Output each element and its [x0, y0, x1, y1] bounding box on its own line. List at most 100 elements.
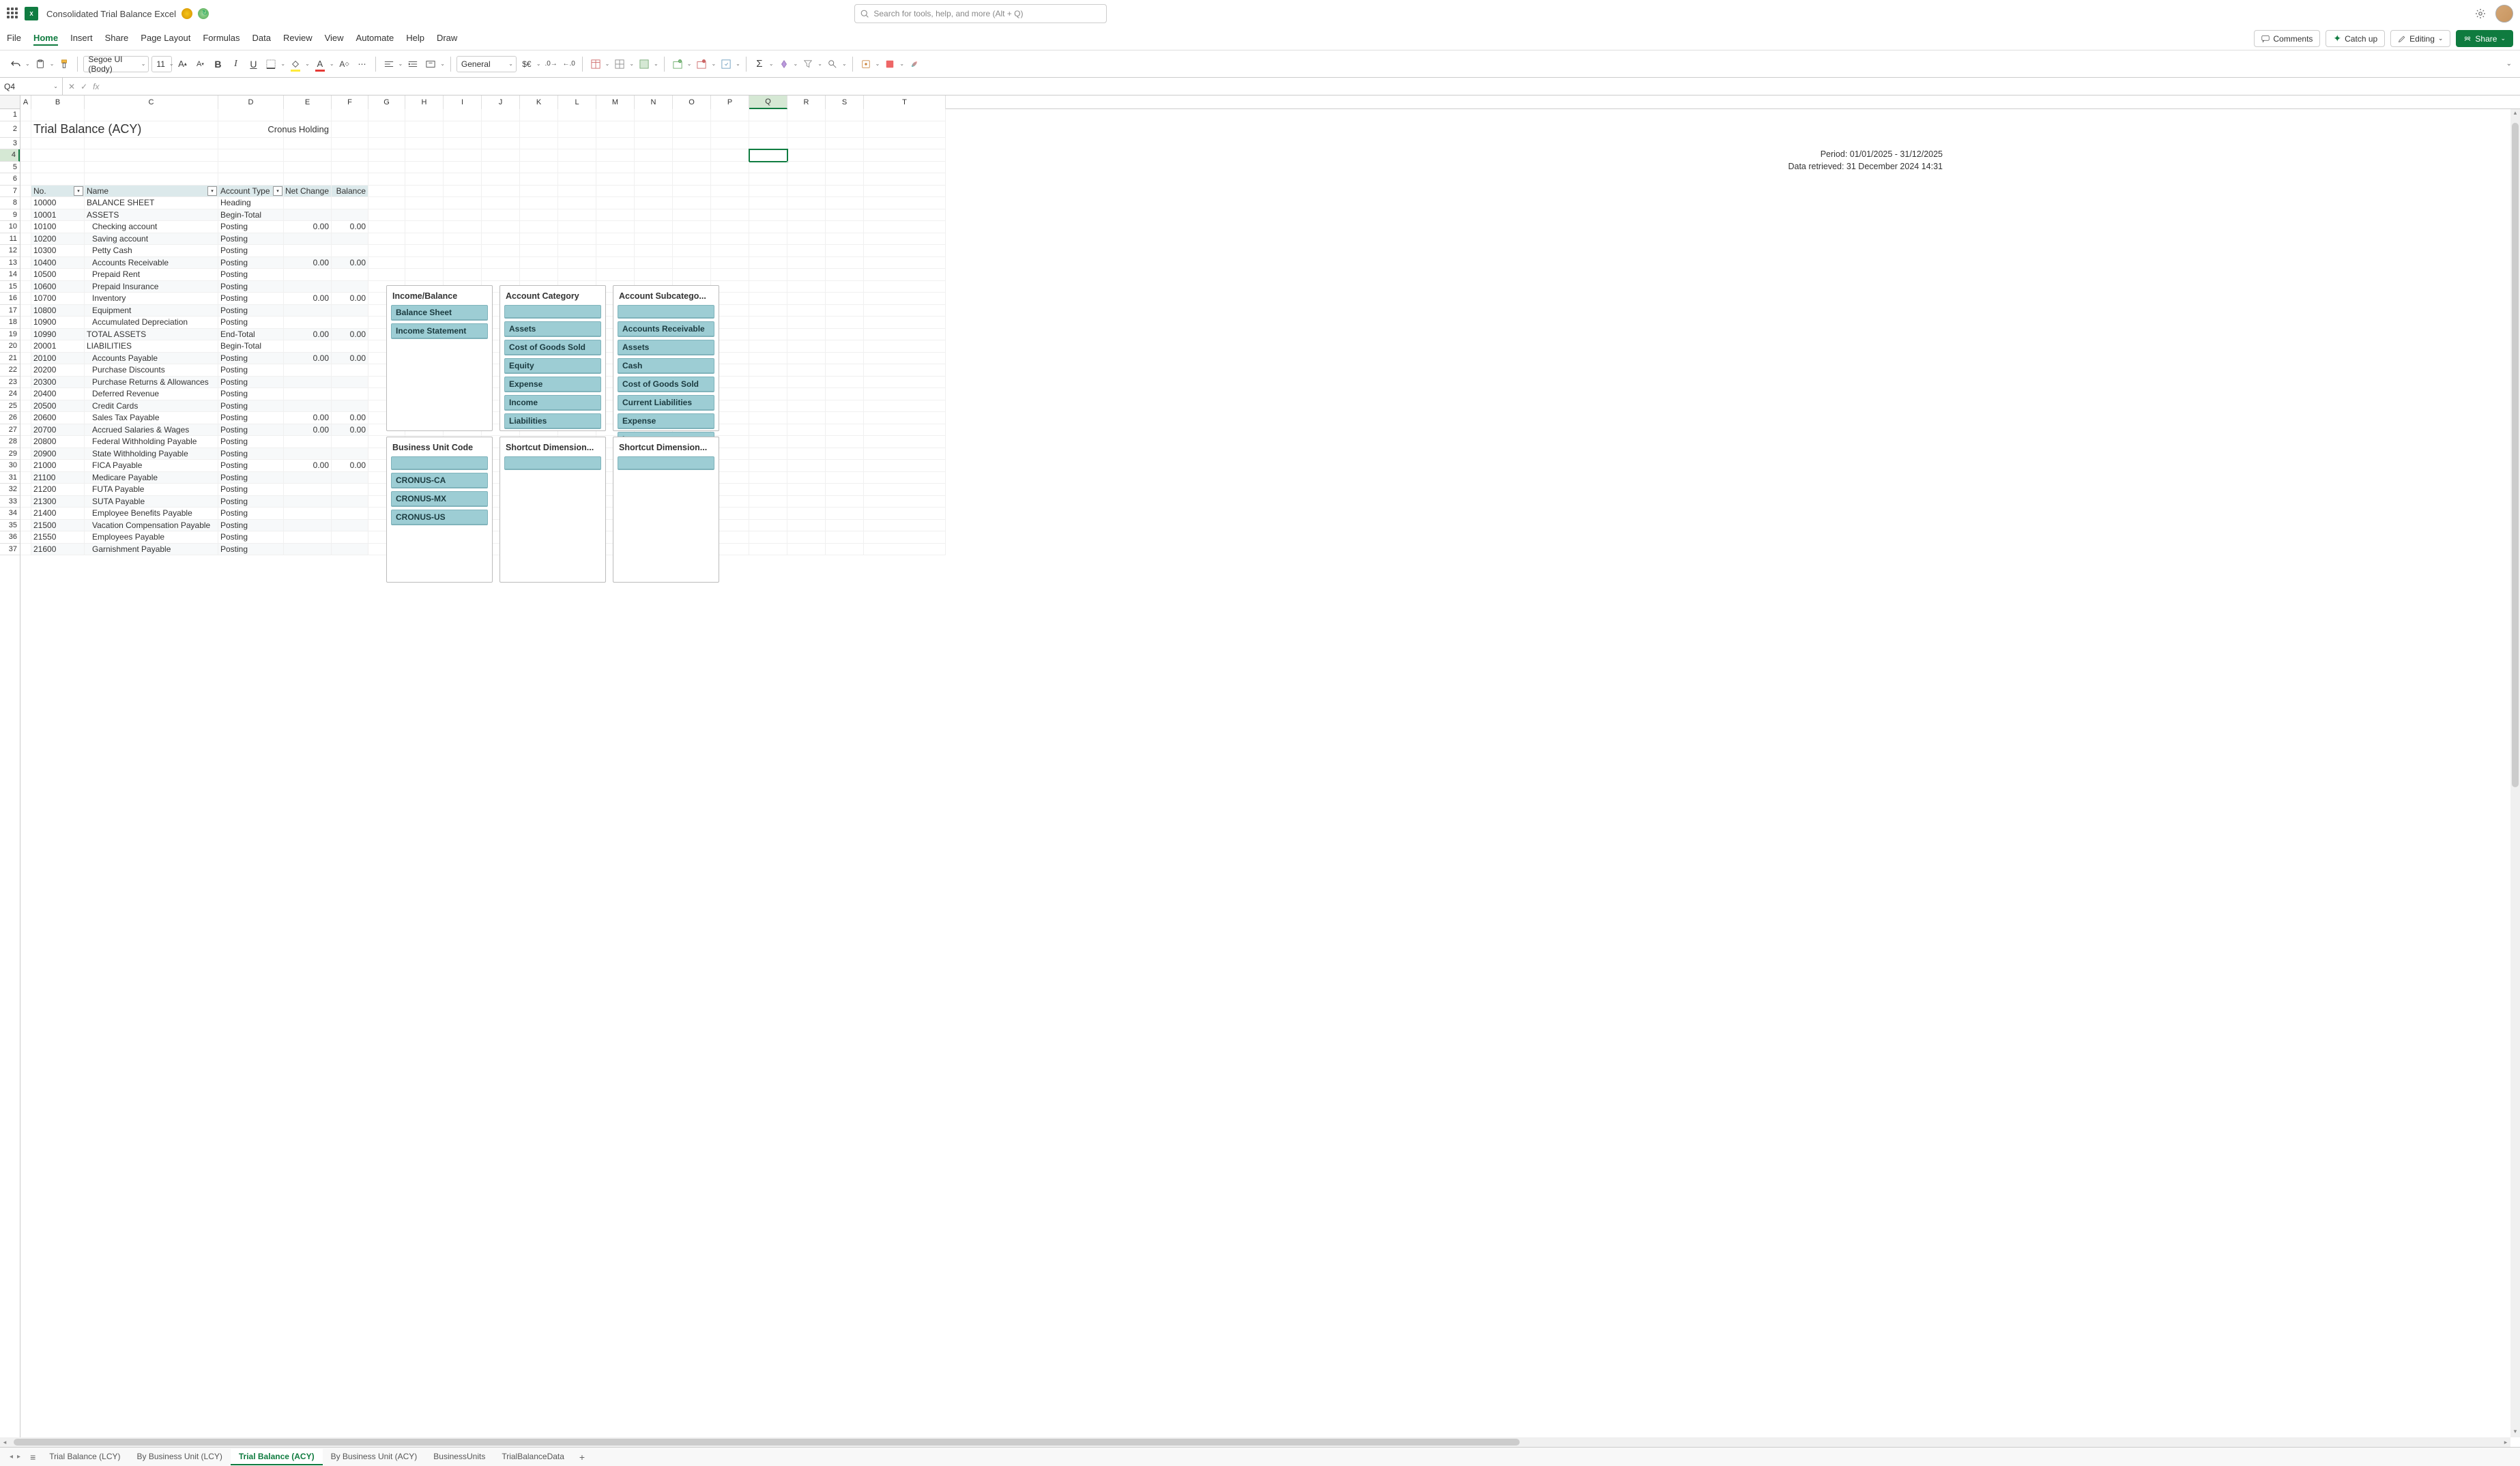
cell-D5[interactable] [218, 162, 284, 174]
cell-K9[interactable] [520, 209, 558, 222]
cell-F37[interactable] [332, 544, 368, 556]
column-header-J[interactable]: J [482, 96, 520, 109]
sheet-tab[interactable]: BusinessUnits [425, 1449, 493, 1465]
cell-T37[interactable] [864, 544, 946, 556]
cell-A27[interactable] [20, 424, 31, 437]
cell-E4[interactable] [284, 149, 332, 162]
cell-R29[interactable] [787, 448, 826, 460]
slicer-item[interactable]: Assets [504, 321, 601, 337]
row-header-4[interactable]: 4 [0, 149, 20, 162]
cell-S30[interactable] [826, 460, 864, 472]
cell-L6[interactable] [558, 173, 596, 186]
row-header-16[interactable]: 16 [0, 293, 20, 305]
cell-A11[interactable] [20, 233, 31, 246]
cell-N5[interactable] [635, 162, 673, 174]
undo-button[interactable] [8, 55, 23, 73]
cell-O2[interactable] [673, 121, 711, 138]
row-header-14[interactable]: 14 [0, 269, 20, 281]
row-header-6[interactable]: 6 [0, 173, 20, 186]
cell-N12[interactable] [635, 245, 673, 257]
cell-C11[interactable]: Saving account [85, 233, 218, 246]
menu-draw[interactable]: Draw [437, 31, 457, 46]
borders-button[interactable] [263, 55, 278, 73]
slicer-item[interactable] [504, 456, 601, 470]
cell-G12[interactable] [368, 245, 405, 257]
cell-T18[interactable] [864, 317, 946, 329]
cell-F33[interactable] [332, 496, 368, 508]
cell-S34[interactable] [826, 508, 864, 520]
cell-J3[interactable] [482, 138, 520, 150]
cell-N10[interactable] [635, 221, 673, 233]
cell-D29[interactable]: Posting [218, 448, 284, 460]
cell-E9[interactable] [284, 209, 332, 222]
cell-B34[interactable]: 21400 [31, 508, 85, 520]
cell-Q22[interactable] [749, 364, 787, 377]
filter-button[interactable]: ▾ [207, 186, 217, 196]
user-avatar[interactable] [2495, 5, 2513, 23]
cell-F18[interactable] [332, 317, 368, 329]
cell-Q24[interactable] [749, 388, 787, 400]
cell-T29[interactable] [864, 448, 946, 460]
sheet-next-icon[interactable]: ▸ [17, 1453, 20, 1461]
chevron-down-icon[interactable]: ⌄ [50, 61, 55, 67]
cell-G7[interactable] [368, 186, 405, 198]
cell-C19[interactable]: TOTAL ASSETS [85, 329, 218, 341]
cell-T8[interactable] [864, 197, 946, 209]
cell-T16[interactable] [864, 293, 946, 305]
cell-O9[interactable] [673, 209, 711, 222]
cell-R23[interactable] [787, 377, 826, 389]
cell-Q7[interactable] [749, 186, 787, 198]
cell-D25[interactable]: Posting [218, 400, 284, 413]
menu-home[interactable]: Home [33, 31, 58, 46]
cell-C25[interactable]: Credit Cards [85, 400, 218, 413]
editing-mode-button[interactable]: Editing⌄ [2390, 30, 2450, 47]
cell-Q9[interactable] [749, 209, 787, 222]
slicer-shortcutdimension[interactable]: Shortcut Dimension... [499, 437, 606, 583]
cell-C26[interactable]: Sales Tax Payable [85, 412, 218, 424]
number-format-select[interactable]: General⌄ [457, 56, 517, 72]
increase-decimal-button[interactable]: .0→ [544, 55, 559, 73]
cell-S11[interactable] [826, 233, 864, 246]
cell-S5[interactable] [826, 162, 864, 174]
cell-S14[interactable] [826, 269, 864, 281]
cell-Q35[interactable] [749, 520, 787, 532]
cell-D3[interactable] [218, 138, 284, 150]
cell-D24[interactable]: Posting [218, 388, 284, 400]
cell-S36[interactable] [826, 531, 864, 544]
cell-S21[interactable] [826, 353, 864, 365]
cell-A18[interactable] [20, 317, 31, 329]
find-button[interactable] [825, 55, 840, 73]
cell-S19[interactable] [826, 329, 864, 341]
cell-D15[interactable]: Posting [218, 281, 284, 293]
clear-button[interactable] [777, 55, 792, 73]
cell-B13[interactable]: 10400 [31, 257, 85, 269]
cell-J2[interactable] [482, 121, 520, 138]
cell-M10[interactable] [596, 221, 635, 233]
increase-font-button[interactable]: A▴ [175, 55, 190, 73]
cell-A3[interactable] [20, 138, 31, 150]
cell-E32[interactable] [284, 484, 332, 496]
slicer-item[interactable]: Income [504, 395, 601, 411]
chevron-down-icon[interactable]: ⌄ [711, 61, 716, 67]
cell-B26[interactable]: 20600 [31, 412, 85, 424]
cell-T28[interactable] [864, 436, 946, 448]
cell-S32[interactable] [826, 484, 864, 496]
cell-Q4[interactable] [749, 149, 787, 162]
cell-D9[interactable]: Begin-Total [218, 209, 284, 222]
column-header-Q[interactable]: Q [749, 96, 787, 109]
cell-R33[interactable] [787, 496, 826, 508]
slicer-accountcategory[interactable]: Account CategoryAssetsCost of Goods Sold… [499, 285, 606, 431]
cell-J13[interactable] [482, 257, 520, 269]
cell-C13[interactable]: Accounts Receivable [85, 257, 218, 269]
slicer-businessunitcode[interactable]: Business Unit CodeCRONUS-CACRONUS-MXCRON… [386, 437, 493, 583]
cell-R21[interactable] [787, 353, 826, 365]
cell-D13[interactable]: Posting [218, 257, 284, 269]
cell-D4[interactable] [218, 149, 284, 162]
cell-I10[interactable] [444, 221, 482, 233]
scroll-left-icon[interactable]: ◂ [0, 1439, 10, 1446]
cell-S33[interactable] [826, 496, 864, 508]
chevron-down-icon[interactable]: ⌄ [25, 61, 30, 67]
cell-L4[interactable] [558, 149, 596, 162]
cell-Q3[interactable] [749, 138, 787, 150]
cell-S17[interactable] [826, 305, 864, 317]
